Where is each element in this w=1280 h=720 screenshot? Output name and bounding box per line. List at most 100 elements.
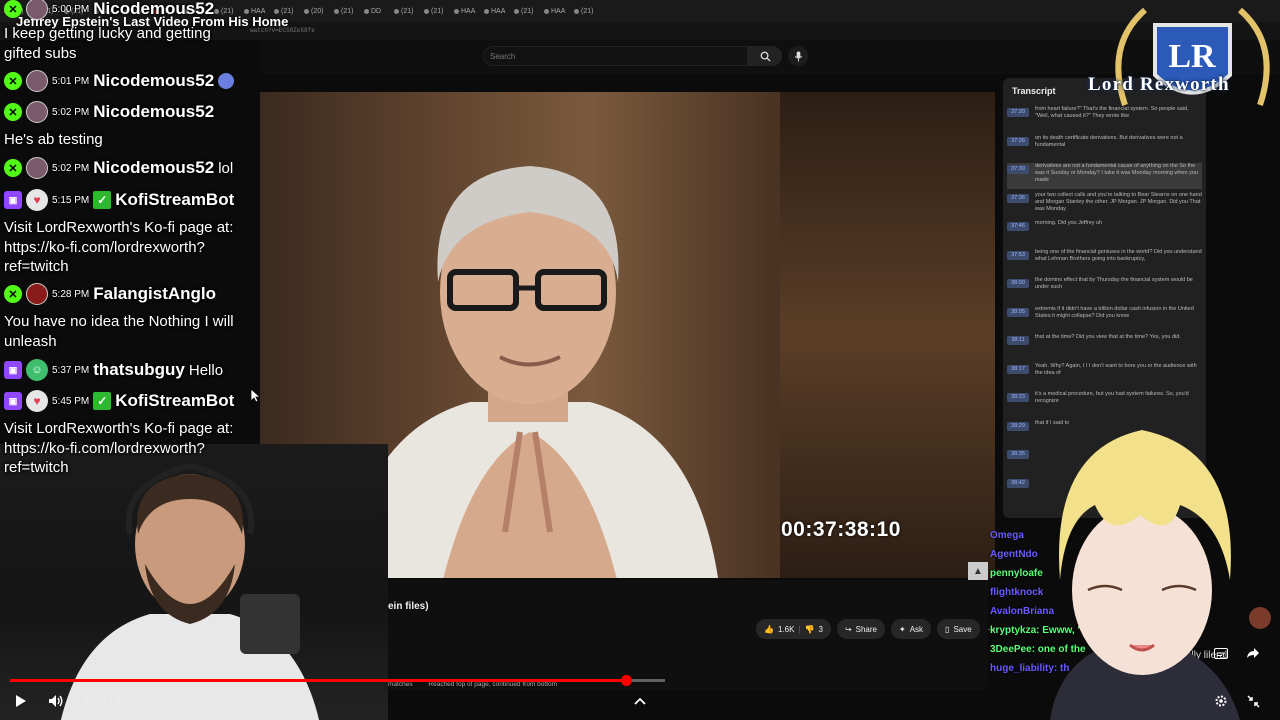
transcript-timestamp[interactable]: 37:26 bbox=[1007, 136, 1029, 146]
find-matches: matches bbox=[388, 681, 413, 688]
chat-text: Visit LordRexworth's Ko-fi page at: http… bbox=[4, 419, 233, 478]
transcript-text: extremis if it didn't have a trillion do… bbox=[1035, 305, 1194, 319]
transcript-timestamp[interactable]: 38:11 bbox=[1007, 336, 1029, 345]
channel-watermark-icon[interactable]: ▲ bbox=[968, 562, 988, 580]
browser-tab[interactable]: HAA bbox=[480, 0, 510, 22]
chat-username: KofiStreamBot bbox=[115, 391, 235, 410]
seek-bar-handle[interactable] bbox=[620, 675, 632, 686]
chat-message: ✕ 5:02 PM Nicodemous52 lol bbox=[4, 157, 233, 179]
chat-username: FalangistAnglo bbox=[93, 284, 217, 303]
thumbs-down-icon[interactable]: 👎 bbox=[805, 625, 815, 634]
chat-time: 5:28 PM bbox=[52, 288, 90, 300]
seek-bar[interactable] bbox=[10, 675, 665, 686]
browser-tab[interactable]: (21) bbox=[390, 0, 420, 22]
play-button[interactable] bbox=[12, 692, 30, 710]
chevron-up-icon bbox=[634, 697, 646, 705]
browser-tab[interactable]: (21) bbox=[570, 0, 600, 22]
video-timecode: 00:37:38:10 bbox=[781, 518, 901, 541]
chat-time: 5:37 PM bbox=[52, 364, 90, 376]
microphone-icon bbox=[794, 50, 802, 62]
browser-tab[interactable]: (21) bbox=[330, 0, 360, 22]
tab-favicon-icon bbox=[484, 8, 489, 14]
tab-label: HAA bbox=[461, 7, 476, 15]
transcript-line[interactable]: 37:30 derivatives are not a fundamental c… bbox=[1007, 163, 1202, 189]
tab-label: (21) bbox=[341, 7, 354, 15]
transcript-text: your two collect calls and you're talkin… bbox=[1035, 191, 1202, 212]
share-button[interactable]: ↪ Share bbox=[836, 619, 885, 639]
gear-icon bbox=[1215, 695, 1227, 707]
chat-time: 5:02 PM bbox=[52, 162, 90, 174]
transcript-line[interactable]: 38:11 that at the time? Did you view that… bbox=[1007, 334, 1202, 360]
search-button[interactable] bbox=[748, 46, 782, 66]
transcript-text: the domino effect that by Thursday the f… bbox=[1035, 277, 1193, 290]
transcript-line[interactable]: 37:53 being one of the financial geniuses… bbox=[1007, 249, 1202, 275]
transcript-line[interactable]: 37:46 morning. Did you Jeffrey uh bbox=[1007, 220, 1202, 246]
kick-icon: ✕ bbox=[4, 285, 22, 303]
transcript-text: derivatives are not a fundamental cause … bbox=[1035, 163, 1198, 183]
twitch-icon: ▣ bbox=[4, 191, 22, 209]
transcript-timestamp[interactable]: 38:42 bbox=[1007, 478, 1029, 488]
expand-up-button[interactable] bbox=[630, 692, 650, 710]
fullscreen-exit-button[interactable] bbox=[1245, 693, 1261, 709]
transcript-line[interactable]: 38:00 the domino effect that by Thursday … bbox=[1007, 277, 1202, 303]
transcript-timestamp[interactable]: 37:30 bbox=[1007, 165, 1029, 174]
logo-text: Lord Rexworth bbox=[1088, 74, 1230, 95]
transcript-timestamp[interactable]: 38:05 bbox=[1007, 307, 1029, 317]
browser-tab[interactable]: (21) bbox=[420, 0, 450, 22]
side-chat-line: Omega bbox=[990, 530, 1024, 541]
kick-icon: ✕ bbox=[4, 72, 22, 90]
transcript-text: on its death certificate derivatives. Bu… bbox=[1035, 134, 1183, 148]
transcript-timestamp[interactable]: 38:17 bbox=[1007, 364, 1029, 374]
transcript-line[interactable]: 37:26 on its death certificate derivative… bbox=[1007, 135, 1202, 161]
transcript-timestamp[interactable]: 37:46 bbox=[1007, 222, 1029, 231]
transcript-timestamp[interactable]: 38:29 bbox=[1007, 421, 1029, 431]
subtitles-button[interactable] bbox=[1213, 645, 1229, 661]
transcript-timestamp[interactable]: 37:36 bbox=[1007, 193, 1029, 203]
chat-time: 5:02 PM bbox=[52, 106, 90, 118]
transcript-line[interactable]: 38:05 extremis if it didn't have a trilli… bbox=[1007, 306, 1202, 332]
settings-button[interactable] bbox=[1213, 693, 1229, 709]
volume-button[interactable] bbox=[46, 692, 66, 710]
vtuber-avatar-image bbox=[1050, 430, 1240, 720]
user-avatar-icon: ☺ bbox=[26, 359, 48, 381]
find-in-page-bar: matches Reached top of page, continued f… bbox=[388, 681, 571, 688]
chat-text-line: Visit LordRexworth's Ko-fi page at: bbox=[4, 420, 234, 437]
chat-username: Nicodemous52 bbox=[93, 0, 215, 18]
video-title: ein files) bbox=[388, 601, 429, 612]
ask-button[interactable]: ✦ Ask bbox=[891, 619, 932, 639]
chat-message: ✕ 5:02 PM Nicodemous52 bbox=[4, 101, 214, 123]
chat-text: He's ab testing bbox=[4, 131, 103, 148]
chat-time: 5:45 PM bbox=[52, 395, 90, 407]
transcript-timestamp[interactable]: 38:35 bbox=[1007, 450, 1029, 459]
transcript-line[interactable]: 38:17 Yeah. Why? Again, I I I don't want … bbox=[1007, 363, 1202, 389]
chat-message: ✕ 5:00 PM Nicodemous52 bbox=[4, 0, 214, 20]
transcript-text: being one of the financial geniuses in t… bbox=[1035, 248, 1202, 262]
browser-tab[interactable]: DD bbox=[360, 0, 390, 22]
save-button[interactable]: ▯ Save bbox=[937, 619, 980, 639]
like-button[interactable]: 👍 1.6K | 👎 3 bbox=[756, 619, 831, 639]
chat-overlay: ✕ 5:00 PM Nicodemous52 I keep getting lu… bbox=[0, 0, 290, 480]
tab-label: HAA bbox=[551, 7, 566, 15]
voice-search-button[interactable] bbox=[788, 46, 808, 66]
transcript-timestamp[interactable]: 38:00 bbox=[1007, 279, 1029, 288]
bookmark-icon: ▯ bbox=[945, 624, 950, 634]
transcript-line[interactable]: 37:36 your two collect calls and you're t… bbox=[1007, 192, 1202, 218]
browser-tab[interactable]: HAA bbox=[540, 0, 570, 22]
tab-label: (21) bbox=[581, 7, 594, 15]
share-overlay-button[interactable] bbox=[1245, 645, 1261, 661]
browser-tab[interactable]: (21) bbox=[510, 0, 540, 22]
tab-favicon-icon bbox=[334, 8, 339, 14]
heart-avatar-icon: ♥ bbox=[26, 390, 48, 412]
tab-favicon-icon bbox=[544, 8, 549, 14]
channel-avatar[interactable] bbox=[1249, 607, 1271, 629]
sparkle-icon: ✦ bbox=[899, 624, 906, 634]
transcript-timestamp[interactable]: 37:20 bbox=[1007, 108, 1029, 117]
search-input[interactable]: Search bbox=[483, 46, 748, 66]
avatar bbox=[26, 283, 48, 305]
twitch-icon: ▣ bbox=[4, 392, 22, 410]
transcript-timestamp[interactable]: 38:23 bbox=[1007, 393, 1029, 402]
browser-tab[interactable]: HAA bbox=[450, 0, 480, 22]
transcript-timestamp[interactable]: 37:53 bbox=[1007, 250, 1029, 260]
mouse-cursor-icon bbox=[251, 389, 260, 403]
browser-tab[interactable]: (20) bbox=[300, 0, 330, 22]
